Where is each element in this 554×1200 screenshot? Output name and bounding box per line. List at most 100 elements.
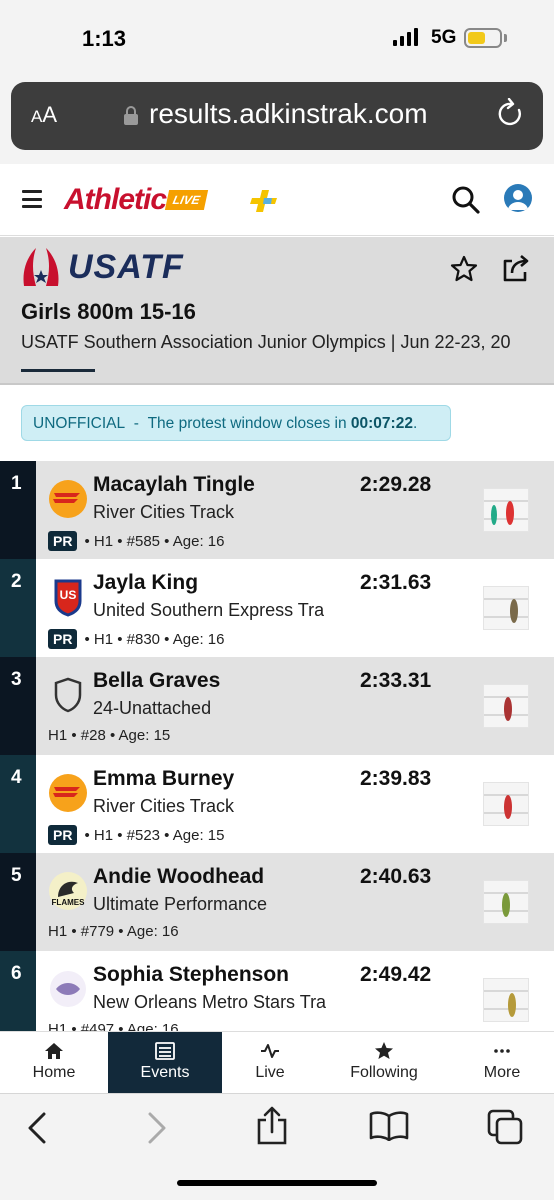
share-sheet-icon[interactable] — [255, 1106, 289, 1146]
result-mark: 2:39.83 — [360, 767, 432, 790]
athlete-meta: H1 • #28 • Age: 15 — [48, 727, 171, 744]
us-express-logo-icon: US — [54, 579, 82, 617]
plus-icon[interactable] — [250, 186, 280, 216]
athlete-name[interactable]: Emma Burney — [93, 767, 234, 791]
banner-message: The protest window closes in — [147, 415, 347, 432]
cellular-signal-icon — [393, 28, 418, 46]
result-mark: 2:40.63 — [360, 865, 432, 888]
banner-status: UNOFFICIAL — [33, 415, 126, 432]
result-mark: 2:49.42 — [360, 963, 432, 986]
finish-photo-thumbnail[interactable] — [483, 684, 529, 728]
river-cities-logo-icon — [49, 774, 87, 812]
place-number: 4 — [0, 755, 36, 853]
home-icon — [45, 1043, 63, 1059]
new-orleans-metro-stars-logo-icon — [50, 971, 86, 1007]
tab-more[interactable]: More — [450, 1032, 554, 1094]
finish-photo-thumbnail[interactable] — [483, 488, 529, 532]
browser-toolbar: AAAA results.adkinstrak.com — [0, 72, 554, 164]
banner-countdown: 00:07:22 — [350, 415, 413, 432]
tab-home[interactable]: Home — [0, 1032, 108, 1094]
club-name: 24-Unattached — [93, 698, 212, 718]
battery-icon — [464, 28, 502, 48]
text-size-button[interactable]: AAAA — [31, 102, 57, 128]
browser-bottom-toolbar — [0, 1093, 554, 1200]
list-icon — [155, 1042, 175, 1060]
athlete-meta: • H1 • #830 • Age: 16 — [84, 630, 225, 648]
athlete-name[interactable]: Sophia Stephenson — [93, 963, 289, 987]
share-icon[interactable] — [500, 253, 532, 283]
athlete-meta: • H1 • #585 • Age: 16 — [84, 532, 225, 550]
athlete-meta: H1 • #779 • Age: 16 — [48, 923, 179, 940]
results-list: 1 Macaylah Tingle River Cities Track 2:2… — [0, 461, 554, 1031]
athlete-meta: H1 • #497 • Age: 16 — [48, 1021, 179, 1031]
favorite-star-icon[interactable] — [450, 255, 478, 283]
hamburger-menu-icon[interactable] — [22, 190, 42, 208]
club-name: River Cities Track — [93, 796, 235, 816]
flames-logo-icon: FLAMES — [49, 872, 87, 910]
pr-badge: PR — [48, 629, 78, 649]
finish-photo-thumbnail[interactable] — [483, 978, 529, 1022]
bottom-tab-bar: Home Events Live Following More — [0, 1031, 554, 1094]
unattached-shield-icon — [54, 677, 82, 713]
tab-following[interactable]: Following — [318, 1032, 450, 1094]
status-bar: 1:13 5G — [0, 0, 554, 72]
finish-photo-thumbnail[interactable] — [483, 880, 529, 924]
result-mark: 2:33.31 — [360, 669, 432, 692]
place-number: 5 — [0, 853, 36, 951]
result-row[interactable]: 3 Bella Graves 24-Unattached 2:33.31 H1 … — [0, 657, 554, 755]
result-row[interactable]: 2 US Jayla King United Southern Express … — [0, 559, 554, 657]
athletic-live-logo[interactable]: Athletic LIVE — [64, 183, 208, 216]
tab-live[interactable]: Live — [222, 1032, 318, 1094]
club-name: Ultimate Performance — [93, 894, 268, 914]
place-number: 6 — [0, 951, 36, 1031]
athlete-name[interactable]: Macaylah Tingle — [93, 473, 255, 497]
result-mark: 2:29.28 — [360, 473, 432, 496]
svg-text:US: US — [60, 588, 77, 602]
place-number: 1 — [0, 461, 36, 559]
network-type: 5G — [431, 27, 457, 48]
usatf-wings-icon — [23, 248, 59, 286]
more-dots-icon — [494, 1049, 510, 1053]
result-row[interactable]: 4 Emma Burney River Cities Track 2:39.83… — [0, 755, 554, 853]
place-number: 2 — [0, 559, 36, 657]
user-avatar-icon[interactable] — [504, 184, 532, 212]
athlete-name[interactable]: Jayla King — [93, 571, 198, 595]
finish-photo-thumbnail[interactable] — [483, 586, 529, 630]
athlete-name[interactable]: Andie Woodhead — [93, 865, 264, 889]
usatf-logo: USATF — [20, 245, 184, 289]
tabs-icon[interactable] — [487, 1109, 525, 1145]
active-tab-indicator — [21, 369, 95, 372]
meet-name[interactable]: USATF Southern Association Junior Olympi… — [21, 332, 541, 353]
river-cities-logo-icon — [49, 480, 87, 518]
club-name: United Southern Express Tra — [93, 600, 325, 620]
pr-badge: PR — [48, 825, 78, 845]
forward-icon[interactable] — [146, 1112, 168, 1144]
search-icon[interactable] — [451, 185, 481, 215]
lock-icon — [124, 106, 138, 125]
reload-icon[interactable] — [497, 98, 525, 130]
pulse-icon — [261, 1044, 279, 1058]
result-row[interactable]: 1 Macaylah Tingle River Cities Track 2:2… — [0, 461, 554, 559]
url-text[interactable]: results.adkinstrak.com — [149, 98, 428, 130]
event-title: Girls 800m 15-16 — [21, 299, 196, 324]
pr-badge: PR — [48, 531, 78, 551]
tab-events[interactable]: Events — [108, 1032, 222, 1094]
home-indicator — [177, 1180, 377, 1186]
event-header: USATF Girls 800m 15-16 USATF Southern As… — [0, 237, 554, 383]
athlete-name[interactable]: Bella Graves — [93, 669, 220, 693]
finish-photo-thumbnail[interactable] — [483, 782, 529, 826]
club-name: New Orleans Metro Stars Tra — [93, 992, 327, 1012]
address-bar[interactable]: AAAA results.adkinstrak.com — [11, 82, 543, 150]
result-mark: 2:31.63 — [360, 571, 432, 594]
app-header: Athletic LIVE — [0, 164, 554, 236]
back-icon[interactable] — [26, 1112, 48, 1144]
athlete-meta: • H1 • #523 • Age: 15 — [84, 826, 225, 844]
place-number: 3 — [0, 657, 36, 755]
status-time: 1:13 — [82, 26, 127, 51]
result-row[interactable]: 5 FLAMES Andie Woodhead Ultimate Perform… — [0, 853, 554, 951]
club-name: River Cities Track — [93, 502, 235, 522]
svg-text:FLAMES: FLAMES — [52, 898, 86, 907]
bookmarks-icon[interactable] — [369, 1111, 409, 1141]
result-row[interactable]: 6 Sophia Stephenson New Orleans Metro St… — [0, 951, 554, 1031]
unofficial-banner: UNOFFICIAL - The protest window closes i… — [21, 405, 451, 441]
